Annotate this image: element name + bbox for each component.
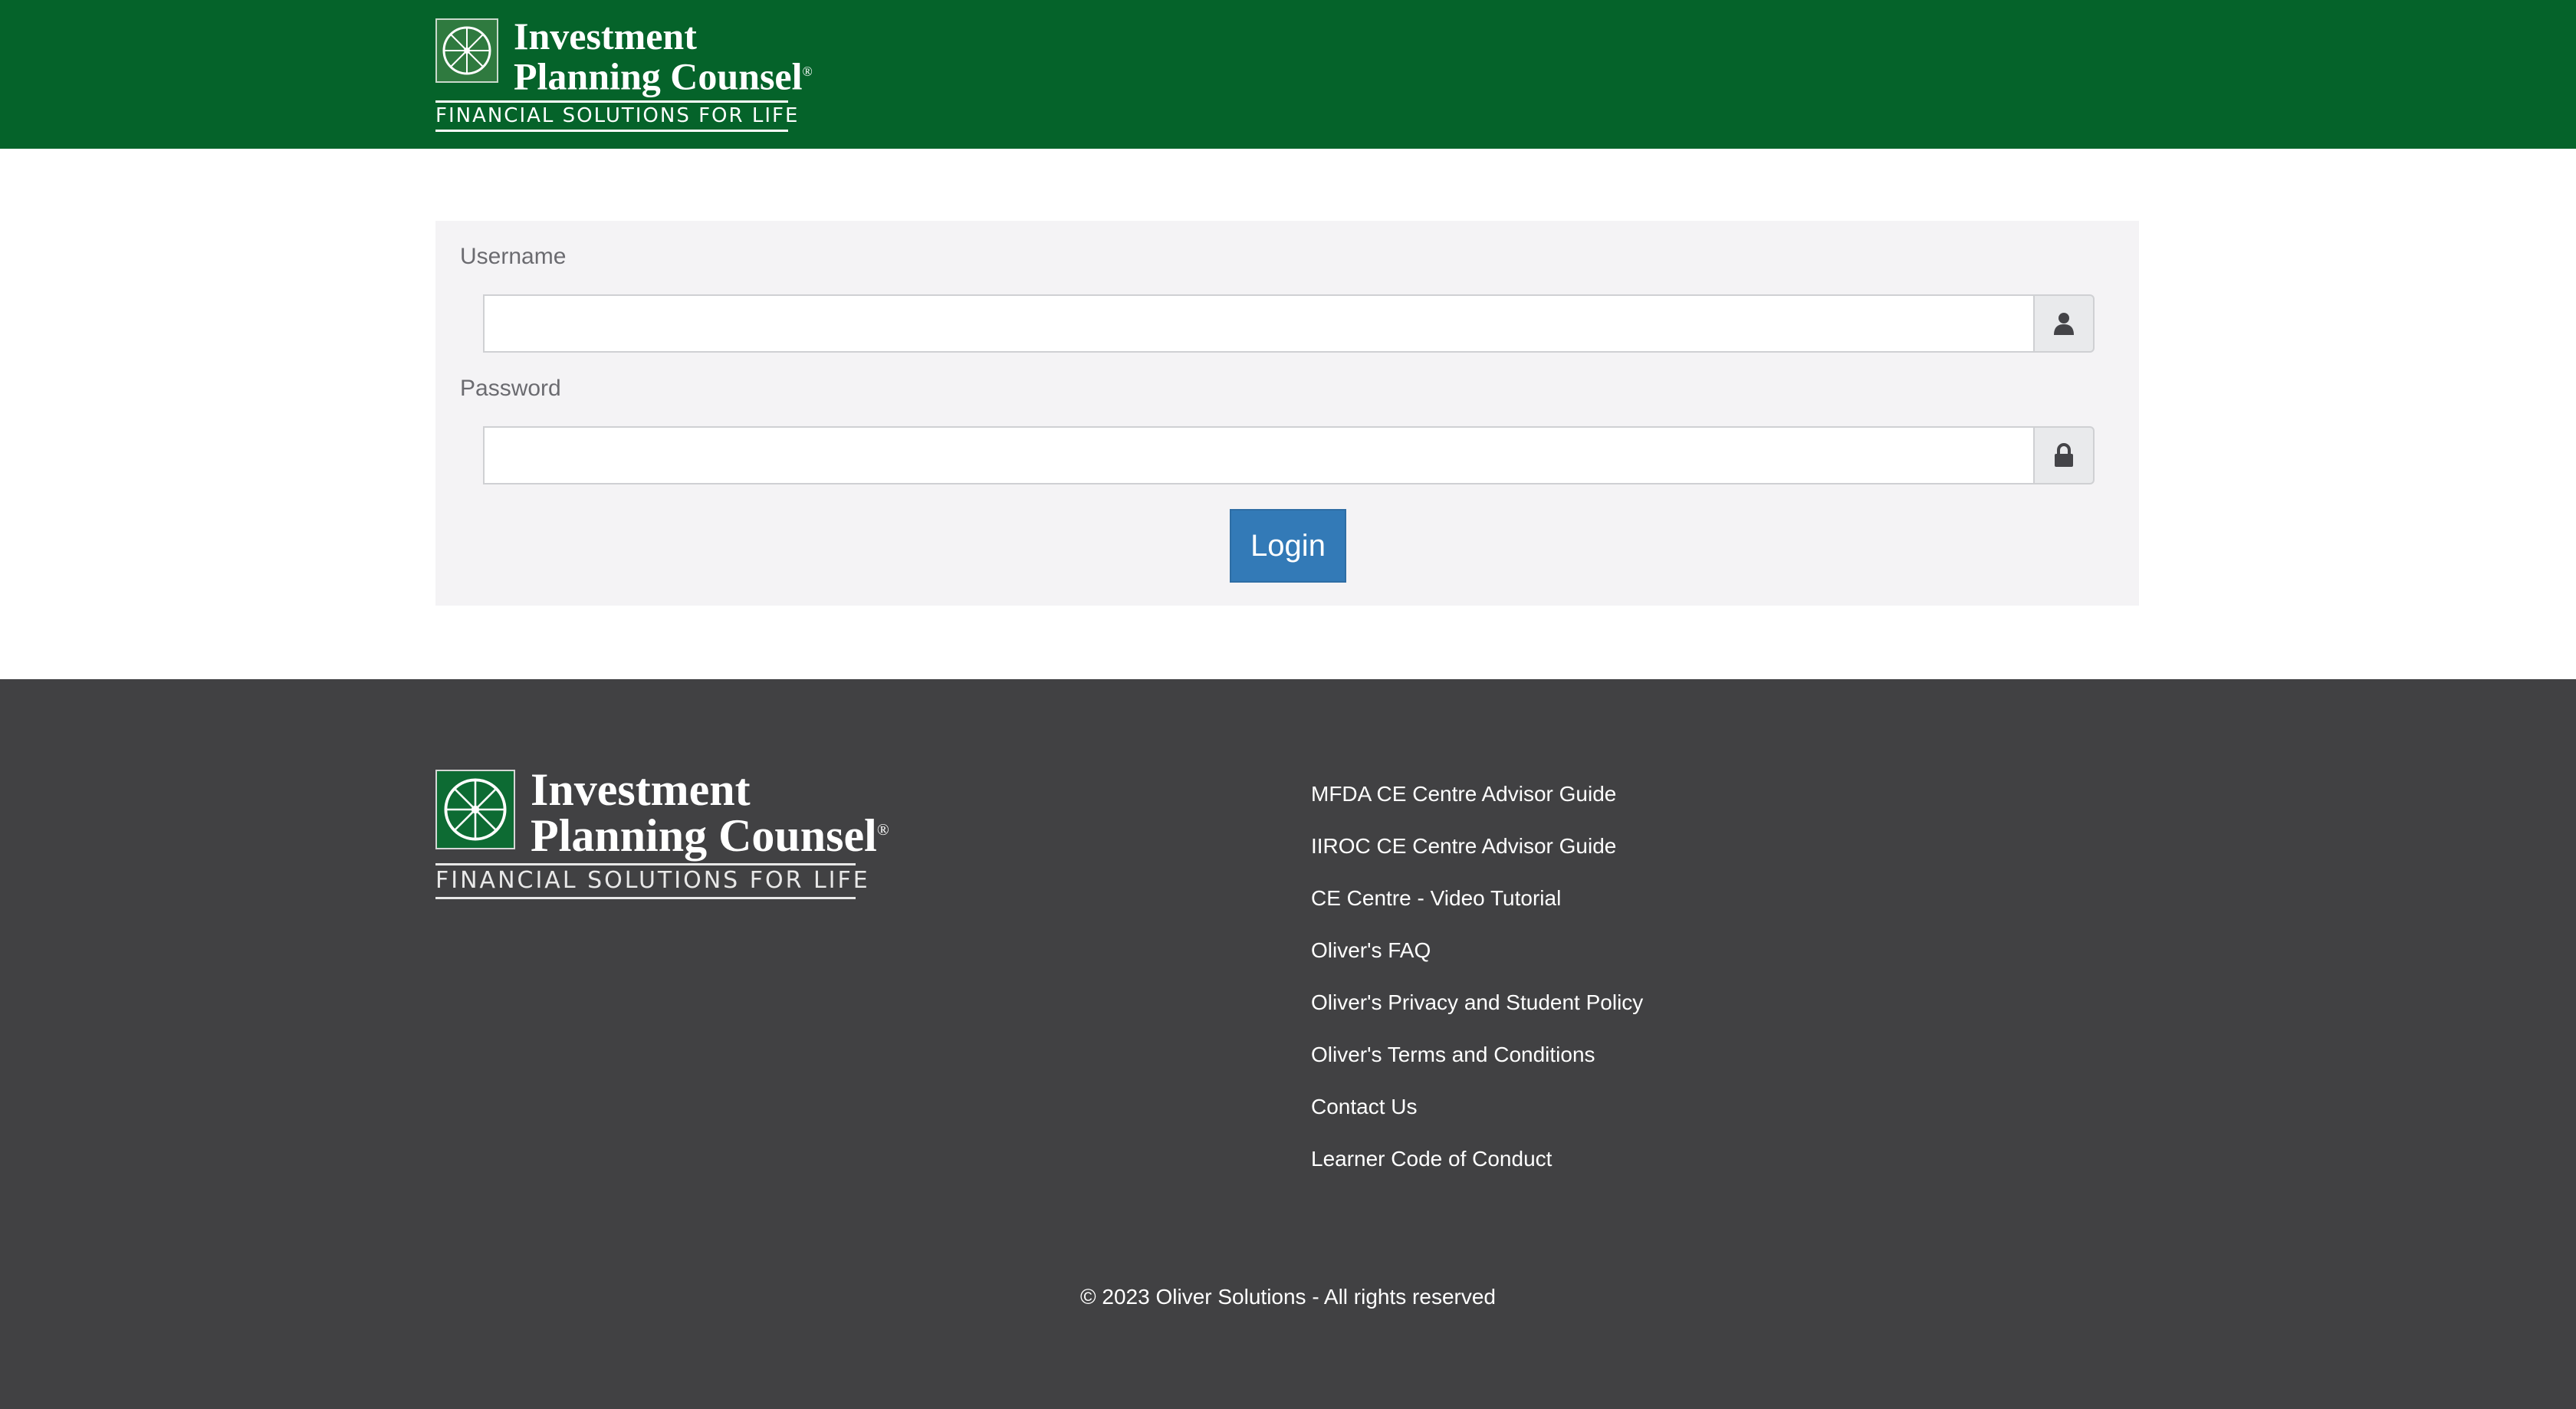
footer-link-item: Oliver's FAQ bbox=[1311, 935, 1643, 987]
mfda-advisor-guide-link[interactable]: MFDA CE Centre Advisor Guide bbox=[1311, 782, 1616, 806]
header-logo[interactable]: Investment Planning Counsel® FINANCIAL S… bbox=[435, 15, 813, 132]
footer-brand-line-2: Planning Counsel® bbox=[531, 810, 889, 861]
registered-mark: ® bbox=[802, 64, 813, 79]
compass-wheel-logo-icon bbox=[435, 770, 515, 849]
iiroc-advisor-guide-link[interactable]: IIROC CE Centre Advisor Guide bbox=[1311, 834, 1616, 858]
code-of-conduct-link[interactable]: Learner Code of Conduct bbox=[1311, 1147, 1552, 1171]
privacy-policy-link[interactable]: Oliver's Privacy and Student Policy bbox=[1311, 990, 1643, 1014]
username-label: Username bbox=[460, 244, 567, 269]
site-footer: Investment Planning Counsel® FINANCIAL S… bbox=[0, 679, 2576, 1409]
copyright-text: © 2023 Oliver Solutions - All rights res… bbox=[1080, 1285, 1496, 1309]
footer-link-item: Learner Code of Conduct bbox=[1311, 1144, 1643, 1196]
lock-icon bbox=[2033, 426, 2095, 484]
password-input-group bbox=[483, 426, 2095, 484]
footer-logo[interactable]: Investment Planning Counsel® FINANCIAL S… bbox=[435, 764, 889, 899]
password-input[interactable] bbox=[483, 426, 2033, 484]
footer-links: MFDA CE Centre Advisor Guide IIROC CE Ce… bbox=[1311, 779, 1643, 1196]
footer-brand-name: Investment Planning Counsel® bbox=[531, 764, 889, 861]
footer-link-item: MFDA CE Centre Advisor Guide bbox=[1311, 779, 1643, 831]
brand-tagline: FINANCIAL SOLUTIONS FOR LIFE bbox=[435, 100, 797, 132]
login-button[interactable]: Login bbox=[1230, 509, 1346, 583]
brand-line-1: Investment bbox=[514, 15, 697, 57]
user-icon bbox=[2033, 294, 2095, 353]
faq-link[interactable]: Oliver's FAQ bbox=[1311, 938, 1431, 962]
contact-us-link[interactable]: Contact Us bbox=[1311, 1095, 1418, 1118]
compass-wheel-logo-icon bbox=[435, 18, 498, 83]
login-form: Username Password Login bbox=[435, 221, 2139, 606]
footer-link-item: CE Centre - Video Tutorial bbox=[1311, 883, 1643, 935]
footer-link-item: IIROC CE Centre Advisor Guide bbox=[1311, 831, 1643, 883]
site-header: Investment Planning Counsel® FINANCIAL S… bbox=[0, 0, 2576, 149]
footer-link-item: Oliver's Terms and Conditions bbox=[1311, 1040, 1643, 1092]
password-label: Password bbox=[460, 376, 561, 401]
footer-brand-tagline: FINANCIAL SOLUTIONS FOR LIFE bbox=[435, 863, 868, 899]
footer-link-item: Oliver's Privacy and Student Policy bbox=[1311, 987, 1643, 1040]
footer-brand-line-1: Investment bbox=[531, 764, 751, 815]
terms-conditions-link[interactable]: Oliver's Terms and Conditions bbox=[1311, 1043, 1595, 1066]
username-input[interactable] bbox=[483, 294, 2033, 353]
footer-registered-mark: ® bbox=[876, 820, 889, 839]
username-input-group bbox=[483, 294, 2095, 353]
video-tutorial-link[interactable]: CE Centre - Video Tutorial bbox=[1311, 886, 1561, 910]
brand-name: Investment Planning Counsel® bbox=[514, 15, 813, 98]
footer-link-item: Contact Us bbox=[1311, 1092, 1643, 1144]
brand-line-2: Planning Counsel® bbox=[514, 54, 813, 98]
